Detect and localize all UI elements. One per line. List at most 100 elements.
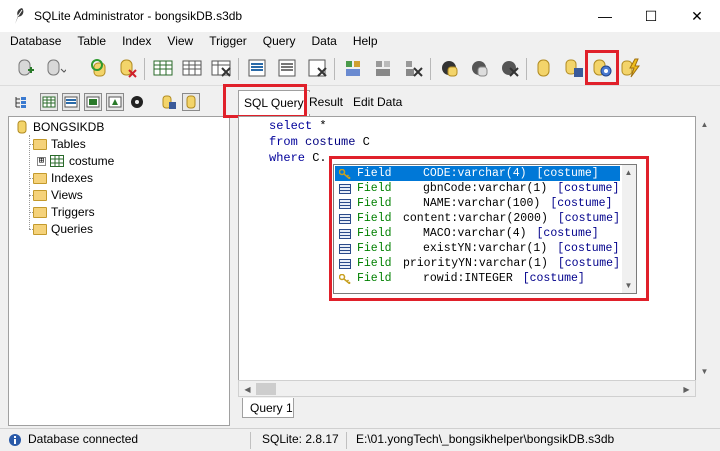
delete-table-icon[interactable] <box>208 55 234 81</box>
code-line-3: where C. <box>269 151 327 167</box>
new-trigger-icon[interactable] <box>436 55 462 81</box>
delete-trigger-icon[interactable] <box>496 55 522 81</box>
tree-view-icon[interactable] <box>12 93 30 111</box>
title-bar: SQLite Administrator - bongsikDB.s3db — … <box>0 0 720 32</box>
tree-item-triggers[interactable]: Triggers <box>33 204 95 220</box>
database-icon <box>17 120 27 134</box>
tree-item-label: Indexes <box>51 171 94 185</box>
tree-toolbar <box>8 90 230 116</box>
table-icon <box>50 155 64 167</box>
menu-index[interactable]: Index <box>112 32 157 52</box>
tree-item-indexes[interactable]: Indexes <box>33 170 93 186</box>
horizontal-scroll-thumb[interactable] <box>256 383 276 395</box>
show-queries-icon[interactable] <box>128 93 146 111</box>
tab-edit-data[interactable]: Edit Data <box>348 92 408 114</box>
show-views-icon[interactable] <box>84 93 102 111</box>
scroll-down-arrow-icon[interactable]: ▼ <box>696 363 713 380</box>
code-line-1: select * <box>269 119 327 135</box>
editor-tabs: SQL Query Result Edit Data <box>236 90 720 116</box>
tree-root-database[interactable]: BONGSIKDB <box>17 119 104 135</box>
edit-index-icon[interactable] <box>274 55 300 81</box>
panel-splitter[interactable] <box>230 88 236 428</box>
show-triggers-icon[interactable] <box>106 93 124 111</box>
sql-tab-highlight-box <box>223 84 307 118</box>
menu-table[interactable]: Table <box>67 32 112 52</box>
autocomplete-highlight-box <box>329 156 649 301</box>
sqlite-version: SQLite: 2.8.17 <box>262 432 339 446</box>
new-index-icon[interactable] <box>244 55 270 81</box>
add-object-icon[interactable] <box>160 93 178 111</box>
sql-text: C <box>355 135 370 149</box>
folder-icon <box>33 172 47 184</box>
show-indexes-icon[interactable] <box>62 93 80 111</box>
show-tables-icon[interactable] <box>40 93 58 111</box>
menu-view[interactable]: View <box>157 32 199 52</box>
folder-icon <box>33 206 47 218</box>
new-database-icon[interactable] <box>12 55 38 81</box>
editor-vertical-scrollbar[interactable]: ▲ ▼ <box>696 116 713 380</box>
status-divider <box>346 432 347 449</box>
new-table-icon[interactable] <box>150 55 176 81</box>
delete-view-icon[interactable] <box>400 55 426 81</box>
folder-icon <box>33 189 47 201</box>
database-tree: BONGSIKDB Tables ⊞ costume Indexes Views… <box>8 116 230 426</box>
menu-trigger[interactable]: Trigger <box>199 32 253 52</box>
sql-text: * <box>312 119 327 133</box>
folder-icon <box>33 223 47 235</box>
connection-status: Database connected <box>28 432 139 446</box>
close-database-icon[interactable] <box>114 55 140 81</box>
tree-item-costume[interactable]: ⊞ costume <box>37 153 114 169</box>
tree-item-label: Triggers <box>51 205 95 219</box>
database-info-icon[interactable] <box>530 55 556 81</box>
window-title: SQLite Administrator - bongsikDB.s3db <box>34 9 243 23</box>
sql-keyword: select <box>269 119 313 133</box>
edit-view-icon[interactable] <box>370 55 396 81</box>
edit-table-icon[interactable] <box>179 55 205 81</box>
toolbar-separator <box>238 58 239 80</box>
menu-query[interactable]: Query <box>253 32 302 52</box>
editor-horizontal-scrollbar[interactable]: ◀ ▶ <box>238 380 696 397</box>
sql-text: C. <box>305 151 327 165</box>
app-window: SQLite Administrator - bongsikDB.s3db — … <box>0 0 720 451</box>
execute-lightning-icon[interactable] <box>617 55 643 81</box>
folder-icon <box>33 138 47 150</box>
tree-item-label: Queries <box>51 222 94 236</box>
tree-item-queries[interactable]: Queries <box>33 221 93 237</box>
save-database-icon[interactable] <box>560 55 586 81</box>
tree-item-label: costume <box>69 154 115 168</box>
toolbar-separator <box>430 58 431 80</box>
maximize-button[interactable]: ☐ <box>628 0 674 32</box>
sql-keyword: from <box>269 135 298 149</box>
menu-help[interactable]: Help <box>343 32 384 52</box>
settings-highlight-box <box>585 50 619 85</box>
tab-query-1[interactable]: Query 1 <box>242 398 294 418</box>
minimize-button[interactable]: — <box>582 0 628 32</box>
tree-item-label: Tables <box>51 137 86 151</box>
sql-keyword: where <box>269 151 306 165</box>
editor-gutter <box>239 117 263 393</box>
sql-table-name: costume <box>297 135 356 149</box>
open-database-icon[interactable] <box>42 55 68 81</box>
menu-bar: Database Table Index View Trigger Query … <box>0 32 720 52</box>
edit-trigger-icon[interactable] <box>466 55 492 81</box>
close-button[interactable]: ✕ <box>674 0 720 32</box>
info-icon <box>8 433 22 450</box>
menu-database[interactable]: Database <box>0 32 67 52</box>
expand-icon[interactable]: ⊞ <box>37 156 46 166</box>
app-feather-icon <box>12 7 26 25</box>
tree-item-views[interactable]: Views <box>33 187 83 203</box>
tree-connector <box>29 135 30 229</box>
scroll-right-arrow-icon[interactable]: ▶ <box>678 381 695 398</box>
database-toggle-icon[interactable] <box>182 93 200 111</box>
tree-root-label: BONGSIKDB <box>33 120 105 134</box>
refresh-database-icon[interactable] <box>86 55 112 81</box>
toolbar-separator <box>334 58 335 80</box>
scroll-left-arrow-icon[interactable]: ◀ <box>239 381 256 398</box>
scroll-up-arrow-icon[interactable]: ▲ <box>696 116 713 133</box>
delete-index-icon[interactable] <box>304 55 330 81</box>
status-bar: Database connected SQLite: 2.8.17 E:\01.… <box>0 428 720 451</box>
tree-item-tables[interactable]: Tables <box>33 136 86 152</box>
new-view-icon[interactable] <box>340 55 366 81</box>
tab-result[interactable]: Result <box>304 92 349 114</box>
menu-data[interactable]: Data <box>301 32 342 52</box>
